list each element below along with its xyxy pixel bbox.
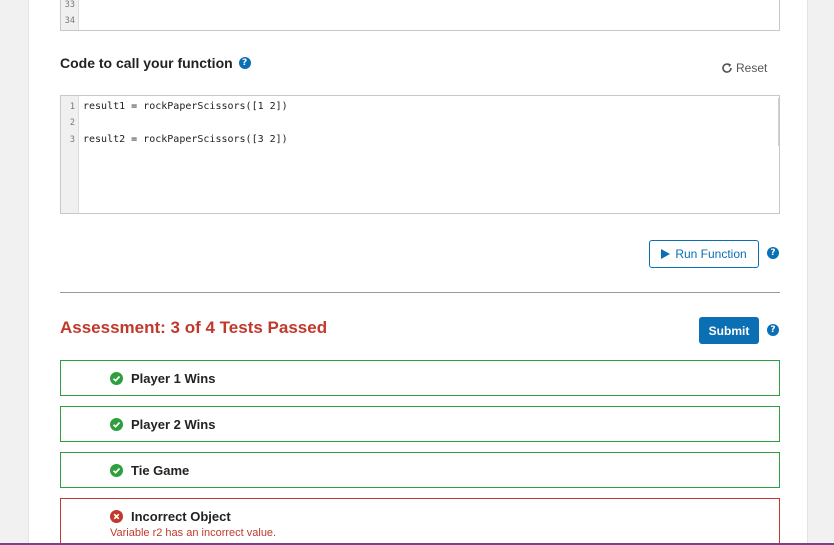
question-circle-icon[interactable]: ? <box>238 57 251 69</box>
code-line[interactable]: result1 = rockPaperScissors([1 2]) <box>83 101 288 113</box>
question-circle-icon[interactable]: ? <box>767 324 779 336</box>
error-circle-icon <box>110 510 123 523</box>
test-result-tie-game[interactable]: Tie Game <box>60 452 780 488</box>
reset-button[interactable]: Reset <box>721 61 767 75</box>
function-code-editor[interactable]: 33 34 <box>60 0 780 31</box>
check-circle-icon <box>110 372 123 385</box>
question-circle-icon[interactable]: ? <box>767 247 779 259</box>
reset-label: Reset <box>736 61 768 75</box>
run-function-label: Run Function <box>675 247 747 261</box>
assessment-title: Assessment: 3 of 4 Tests Passed <box>60 318 328 337</box>
line-number: 1 <box>69 102 75 112</box>
editor-scrollbar[interactable] <box>778 98 779 146</box>
check-circle-icon <box>110 418 123 431</box>
editor-gutter: 1 2 3 <box>61 96 79 213</box>
test-label: Player 1 Wins <box>131 371 216 386</box>
refresh-icon <box>722 63 732 73</box>
test-result-player-1-wins[interactable]: Player 1 Wins <box>60 360 780 396</box>
test-result-incorrect-object[interactable]: Incorrect Object Variable r2 has an inco… <box>60 498 780 545</box>
test-label: Incorrect Object <box>131 509 231 524</box>
run-function-button[interactable]: Run Function <box>649 240 759 268</box>
call-section-title: Code to call your function ? <box>60 55 251 71</box>
code-line[interactable]: result2 = rockPaperScissors([3 2]) <box>83 134 288 146</box>
call-section-title-text: Code to call your function <box>60 55 233 71</box>
line-number: 2 <box>69 118 75 128</box>
test-result-player-2-wins[interactable]: Player 2 Wins <box>60 406 780 442</box>
submit-button[interactable]: Submit <box>699 317 759 344</box>
test-error-message: Variable r2 has an incorrect value. <box>110 527 277 539</box>
line-number: 33 <box>64 0 75 10</box>
test-label: Tie Game <box>131 463 190 478</box>
check-circle-icon <box>110 464 123 477</box>
play-icon <box>661 249 671 259</box>
divider <box>60 292 780 293</box>
call-code-editor[interactable]: 1 2 3 result1 = rockPaperScissors([1 2])… <box>60 95 780 214</box>
page-content: 33 34 Code to call your function ? Reset… <box>28 0 808 545</box>
test-label: Player 2 Wins <box>131 417 216 432</box>
line-number: 34 <box>64 16 75 26</box>
line-number: 3 <box>69 135 75 145</box>
editor-gutter: 33 34 <box>61 0 79 30</box>
